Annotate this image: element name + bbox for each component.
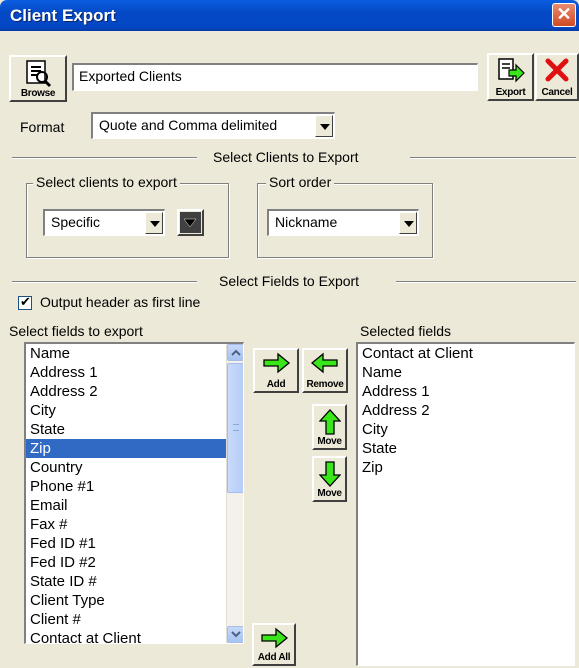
chevron-down-icon[interactable] bbox=[315, 115, 333, 137]
available-fields-list[interactable]: Name Address 1 Address 2 City State Zip Countr… bbox=[24, 342, 244, 644]
separator-left-2 bbox=[12, 281, 197, 283]
list-item[interactable]: City bbox=[26, 401, 243, 420]
chevron-down-icon[interactable] bbox=[145, 212, 163, 234]
list-item[interactable]: Email bbox=[26, 496, 243, 515]
list-item[interactable]: City bbox=[358, 420, 574, 439]
arrow-down-icon bbox=[318, 461, 341, 487]
selected-fields-list[interactable]: Contact at Client Name Address 1 Address 2C… bbox=[356, 342, 575, 666]
separator-right bbox=[410, 157, 576, 159]
scroll-thumb[interactable] bbox=[227, 363, 243, 493]
arrow-right-icon bbox=[263, 352, 291, 374]
arrow-right-icon bbox=[261, 627, 289, 649]
remove-label: Remove bbox=[306, 379, 344, 390]
move-up-button[interactable]: Move bbox=[312, 404, 347, 450]
add-label: Add bbox=[266, 379, 286, 390]
list-item[interactable]: State bbox=[26, 420, 243, 439]
list-item[interactable]: Fed ID #1 bbox=[26, 534, 243, 553]
dropdown-arrow-icon bbox=[180, 212, 201, 233]
close-button[interactable]: ✕ bbox=[552, 3, 576, 27]
browse-button[interactable]: Browse bbox=[9, 55, 67, 102]
select-fields-section-title: Select Fields to Export bbox=[219, 273, 360, 289]
list-item[interactable]: Client Type bbox=[26, 591, 243, 610]
chevron-down-icon[interactable] bbox=[399, 212, 417, 234]
dialog-body: Browse Exported Clients Export Cancel Fo… bbox=[0, 31, 579, 668]
client-selection-value: Specific bbox=[51, 214, 101, 230]
cancel-label: Cancel bbox=[541, 87, 573, 98]
separator-right-2 bbox=[396, 281, 576, 283]
browse-label: Browse bbox=[20, 88, 56, 99]
selected-fields-label: Selected fields bbox=[360, 323, 452, 339]
list-item[interactable]: Fax # bbox=[26, 515, 243, 534]
sort-order-value: Nickname bbox=[275, 214, 338, 230]
export-icon bbox=[497, 58, 525, 83]
arrow-left-icon bbox=[310, 352, 338, 374]
list-item[interactable]: Contact at Client bbox=[358, 344, 574, 363]
add-all-button[interactable]: Add All bbox=[252, 623, 296, 666]
grip-icon bbox=[233, 424, 239, 431]
sort-order-group-label: Sort order bbox=[266, 174, 335, 190]
format-label: Format bbox=[20, 119, 65, 135]
list-item[interactable]: State ID # bbox=[26, 572, 243, 591]
move-down-label: Move bbox=[317, 488, 342, 499]
arrow-up-icon bbox=[318, 409, 341, 435]
format-dropdown[interactable]: Quote and Comma delimited bbox=[91, 112, 335, 139]
cancel-x-icon bbox=[545, 58, 569, 82]
scroll-up-button[interactable] bbox=[227, 344, 243, 361]
remove-button[interactable]: Remove bbox=[302, 348, 348, 393]
window-title: Client Export bbox=[10, 6, 116, 25]
list-item[interactable]: Client # bbox=[26, 610, 243, 629]
move-up-label: Move bbox=[317, 436, 342, 447]
filename-field[interactable]: Exported Clients bbox=[72, 63, 478, 91]
list-item[interactable]: Address 1 bbox=[26, 363, 243, 382]
list-item[interactable]: Zip bbox=[26, 439, 243, 458]
available-fields-label: Select fields to export bbox=[9, 323, 143, 339]
select-clients-group-label: Select clients to export bbox=[33, 174, 180, 190]
separator-left bbox=[12, 157, 197, 159]
list-item[interactable]: Name bbox=[26, 344, 243, 363]
list-item[interactable]: Fed ID #2 bbox=[26, 553, 243, 572]
specific-picker-button[interactable] bbox=[177, 209, 204, 236]
selected-fields-items: Contact at Client Name Address 1 Address 2C… bbox=[358, 344, 574, 477]
list-item[interactable]: State bbox=[358, 439, 574, 458]
browse-icon bbox=[26, 60, 52, 88]
chevron-up-icon bbox=[231, 349, 241, 356]
title-bar: Client Export ✕ bbox=[0, 0, 579, 31]
export-label: Export bbox=[495, 87, 526, 98]
export-button[interactable]: Export bbox=[487, 53, 534, 101]
select-clients-section-title: Select Clients to Export bbox=[213, 149, 359, 165]
available-fields-scrollbar[interactable] bbox=[226, 344, 243, 643]
output-header-label[interactable]: Output header as first line bbox=[40, 294, 200, 310]
list-item[interactable]: Phone #1 bbox=[26, 477, 243, 496]
list-item[interactable]: Contact at Client bbox=[26, 629, 243, 643]
client-selection-dropdown[interactable]: Specific bbox=[43, 209, 165, 236]
list-item[interactable]: Address 2 bbox=[358, 401, 574, 420]
format-value: Quote and Comma delimited bbox=[99, 117, 278, 133]
move-down-button[interactable]: Move bbox=[312, 456, 347, 502]
list-item[interactable]: Zip bbox=[358, 458, 574, 477]
add-button[interactable]: Add bbox=[253, 348, 299, 393]
cancel-button[interactable]: Cancel bbox=[535, 53, 579, 101]
available-fields-items: Name Address 1 Address 2 City State Zip Countr… bbox=[26, 344, 243, 643]
output-header-checkbox[interactable] bbox=[18, 294, 32, 310]
add-all-label: Add All bbox=[257, 652, 291, 663]
list-item[interactable]: Address 1 bbox=[358, 382, 574, 401]
list-item[interactable]: Country bbox=[26, 458, 243, 477]
list-item[interactable]: Address 2 bbox=[26, 382, 243, 401]
scroll-down-button[interactable] bbox=[227, 626, 243, 643]
list-item[interactable]: Name bbox=[358, 363, 574, 382]
sort-order-dropdown[interactable]: Nickname bbox=[267, 209, 419, 236]
chevron-down-icon bbox=[231, 631, 241, 638]
